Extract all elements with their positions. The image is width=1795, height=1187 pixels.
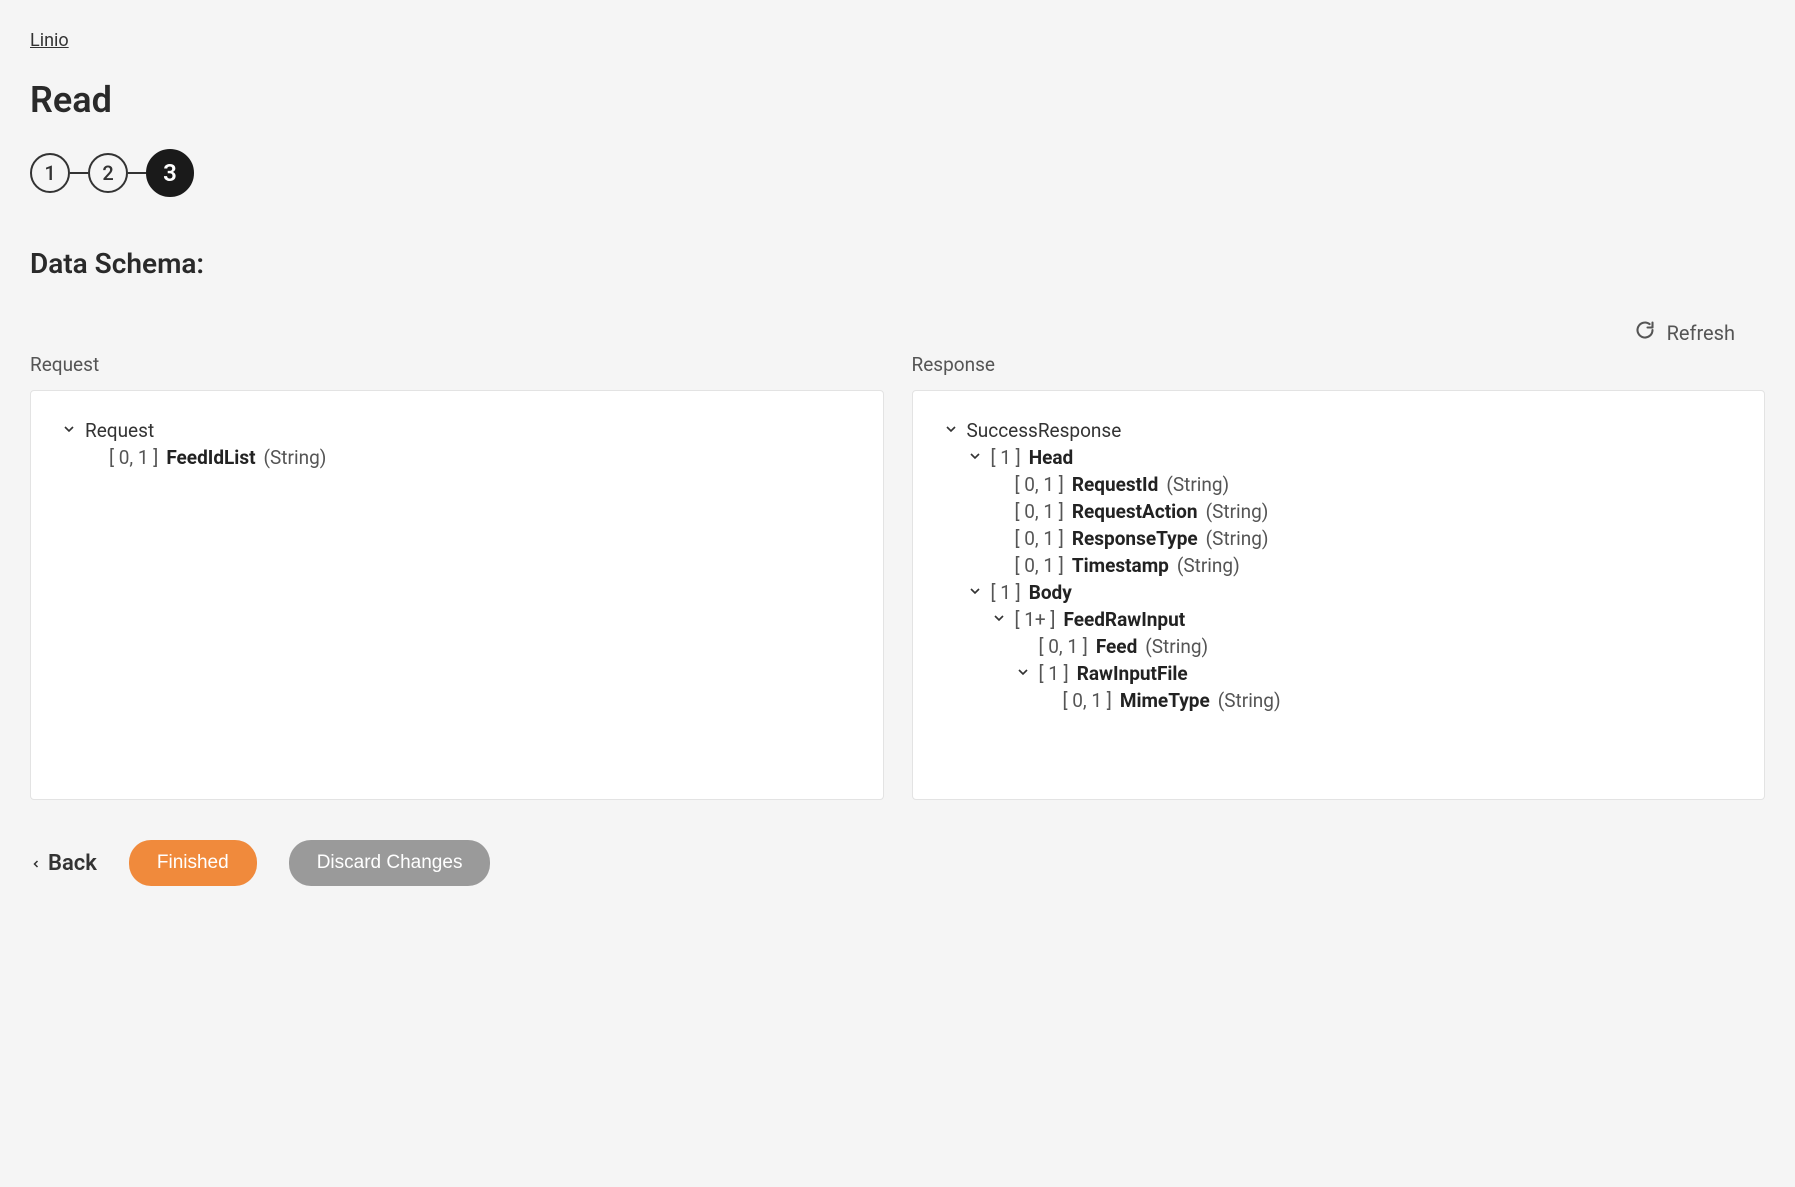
tree-node-feedidlist[interactable]: [ 0, 1 ] FeedIdList (String) (61, 444, 853, 471)
tree-node-requestaction[interactable]: [ 0, 1 ] RequestAction (String) (943, 498, 1735, 525)
cardinality: [ 0, 1 ] (1015, 500, 1064, 523)
tree-node-requestid[interactable]: [ 0, 1 ] RequestId (String) (943, 471, 1735, 498)
footer-actions: Back Finished Discard Changes (30, 840, 1765, 886)
node-name: RequestId (1072, 473, 1159, 496)
chevron-down-icon (967, 581, 983, 604)
step-connector (128, 172, 146, 174)
page-title: Read (30, 79, 1765, 121)
node-type: (String) (1206, 527, 1269, 550)
chevron-down-icon (943, 419, 959, 442)
refresh-icon (1635, 320, 1655, 345)
cardinality: [ 1 ] (991, 446, 1021, 469)
chevron-left-icon (30, 851, 42, 876)
tree-node-body[interactable]: [ 1 ] Body (943, 579, 1735, 606)
refresh-label: Refresh (1667, 321, 1735, 345)
tree-node-timestamp[interactable]: [ 0, 1 ] Timestamp (String) (943, 552, 1735, 579)
node-type: (String) (1166, 473, 1229, 496)
cardinality: [ 0, 1 ] (1015, 473, 1064, 496)
cardinality: [ 0, 1 ] (1015, 527, 1064, 550)
node-name: Timestamp (1072, 554, 1169, 577)
node-name: FeedRawInput (1063, 608, 1185, 631)
node-type: (String) (1206, 500, 1269, 523)
tree-node-feed[interactable]: [ 0, 1 ] Feed (String) (943, 633, 1735, 660)
tree-node-head[interactable]: [ 1 ] Head (943, 444, 1735, 471)
step-2[interactable]: 2 (88, 153, 128, 193)
back-button[interactable]: Back (30, 851, 97, 876)
tree-node-mimetype[interactable]: [ 0, 1 ] MimeType (String) (943, 687, 1735, 714)
refresh-button[interactable]: Refresh (1635, 320, 1735, 345)
discard-changes-button[interactable]: Discard Changes (289, 840, 491, 886)
tree-node-feedrawinput[interactable]: [ 1+ ] FeedRawInput (943, 606, 1735, 633)
node-type: (String) (1218, 689, 1281, 712)
node-label: Request (85, 419, 154, 442)
node-name: Head (1029, 446, 1074, 469)
cardinality: [ 0, 1 ] (1015, 554, 1064, 577)
cardinality: [ 0, 1 ] (1063, 689, 1112, 712)
stepper: 1 2 3 (30, 149, 1765, 197)
cardinality: [ 1 ] (991, 581, 1021, 604)
chevron-down-icon (1015, 662, 1031, 685)
node-name: MimeType (1120, 689, 1210, 712)
cardinality: [ 1+ ] (1015, 608, 1056, 631)
back-label: Back (48, 851, 97, 876)
node-name: ResponseType (1072, 527, 1198, 550)
step-3[interactable]: 3 (146, 149, 194, 197)
chevron-down-icon (967, 446, 983, 469)
node-name: RawInputFile (1077, 662, 1188, 685)
node-type: (String) (264, 446, 327, 469)
section-title: Data Schema: (30, 247, 1765, 280)
response-panel-label: Response (912, 353, 1766, 376)
step-connector (70, 172, 88, 174)
cardinality: [ 0, 1 ] (109, 446, 158, 469)
breadcrumb-link[interactable]: Linio (30, 30, 69, 51)
node-name: Body (1029, 581, 1072, 604)
node-name: FeedIdList (166, 446, 255, 469)
request-panel: Request [ 0, 1 ] FeedIdList (String) (30, 390, 884, 800)
node-type: (String) (1145, 635, 1208, 658)
request-panel-label: Request (30, 353, 884, 376)
tree-node-successresponse[interactable]: SuccessResponse (943, 417, 1735, 444)
cardinality: [ 1 ] (1039, 662, 1069, 685)
chevron-down-icon (61, 419, 77, 442)
tree-node-responsetype[interactable]: [ 0, 1 ] ResponseType (String) (943, 525, 1735, 552)
step-1[interactable]: 1 (30, 153, 70, 193)
node-name: RequestAction (1072, 500, 1198, 523)
tree-node-rawinputfile[interactable]: [ 1 ] RawInputFile (943, 660, 1735, 687)
cardinality: [ 0, 1 ] (1039, 635, 1088, 658)
node-name: Feed (1096, 635, 1137, 658)
finished-button[interactable]: Finished (129, 840, 257, 886)
node-type: (String) (1177, 554, 1240, 577)
tree-node-request[interactable]: Request (61, 417, 853, 444)
node-label: SuccessResponse (967, 419, 1122, 442)
chevron-down-icon (991, 608, 1007, 631)
response-panel: SuccessResponse [ 1 ] Head [ 0, 1 ] Requ… (912, 390, 1766, 800)
